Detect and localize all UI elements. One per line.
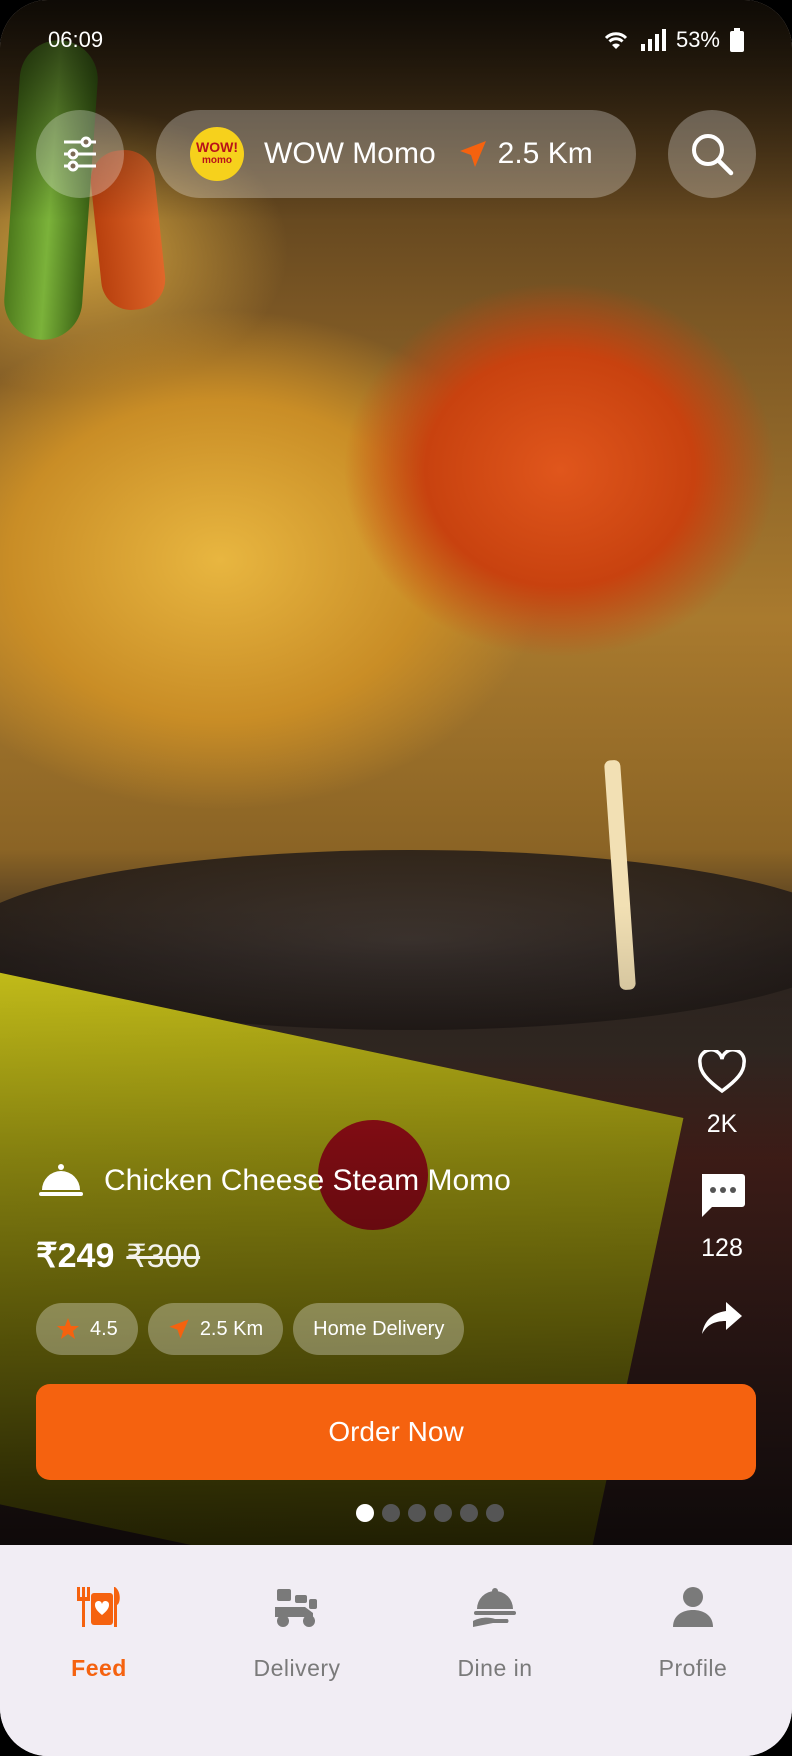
feed-icon <box>77 1587 120 1627</box>
store-name: WOW Momo <box>264 137 436 170</box>
store-logo-top: WOW! <box>196 139 238 155</box>
distance-chip: 2.5 Km <box>147 1303 284 1355</box>
search-button[interactable] <box>668 110 756 198</box>
profile-icon <box>673 1587 713 1627</box>
nav-label-delivery: Delivery <box>253 1655 341 1681</box>
page-dot[interactable] <box>382 1504 400 1522</box>
page-indicator <box>356 1504 504 1522</box>
comment-count: 128 <box>701 1234 743 1262</box>
like-button[interactable]: 2K <box>682 1050 762 1139</box>
store-distance-value: 2.5 Km <box>497 137 593 170</box>
comment-icon <box>702 1174 745 1217</box>
sliders-icon <box>64 136 96 172</box>
nav-label-dine-in: Dine in <box>457 1655 533 1681</box>
page-dot[interactable] <box>460 1504 478 1522</box>
nav-label-feed: Feed <box>71 1655 127 1681</box>
product-title-row: Chicken Cheese Steam Momo <box>38 1162 511 1200</box>
share-icon <box>702 1302 742 1334</box>
wifi-icon <box>604 32 628 49</box>
battery-percent: 53% <box>675 27 720 52</box>
heart-icon <box>698 1050 746 1094</box>
order-now-button[interactable]: Order Now <box>36 1384 756 1480</box>
navigation-arrow-icon <box>459 141 486 167</box>
page-dot[interactable] <box>408 1504 426 1522</box>
signal-icon <box>640 29 666 51</box>
navigation-arrow-icon <box>169 1319 189 1339</box>
status-icons: 53% <box>602 27 744 53</box>
nav-item-feed[interactable]: Feed <box>0 1545 198 1756</box>
dine-in-icon <box>473 1588 516 1627</box>
store-selector[interactable]: WOW! momo WOW Momo 2.5 Km <box>156 110 636 198</box>
share-button[interactable] <box>682 1300 762 1336</box>
store-logo-bottom: momo <box>202 155 232 166</box>
star-icon <box>57 1318 79 1339</box>
product-name: Chicken Cheese Steam Momo <box>104 1164 511 1197</box>
page-dot[interactable] <box>356 1504 374 1522</box>
delivery-type: Home Delivery <box>313 1317 445 1340</box>
page-dot[interactable] <box>434 1504 452 1522</box>
filter-button[interactable] <box>36 110 124 198</box>
status-bar: 06:09 53% <box>48 22 744 58</box>
store-logo: WOW! momo <box>190 127 244 181</box>
status-time: 06:09 <box>48 27 104 52</box>
product-old-price: ₹300 <box>126 1238 201 1274</box>
product-tags: 4.5 2.5 Km Home Delivery <box>36 1303 465 1355</box>
nav-item-profile[interactable]: Profile <box>594 1545 792 1756</box>
cloche-icon <box>39 1164 83 1196</box>
page-dot[interactable] <box>486 1504 504 1522</box>
rating-chip: 4.5 <box>36 1303 138 1355</box>
price-row: ₹249 ₹300 <box>36 1236 200 1276</box>
product-price: ₹249 <box>36 1237 115 1275</box>
bottom-navigation: Feed Delivery Dine in Profile <box>0 1545 792 1756</box>
rating-value: 4.5 <box>90 1317 118 1340</box>
nav-item-dine-in[interactable]: Dine in <box>396 1545 594 1756</box>
nav-item-delivery[interactable]: Delivery <box>198 1545 396 1756</box>
phone-screen: 06:09 53% WOW! momo WOW Momo 2.5 Km 2K 1… <box>0 0 792 1756</box>
store-distance: 2.5 Km <box>458 137 593 171</box>
comment-button[interactable]: 128 <box>682 1172 762 1263</box>
like-count: 2K <box>706 1110 738 1138</box>
nav-label-profile: Profile <box>658 1655 728 1681</box>
delivery-chip: Home Delivery <box>293 1303 465 1355</box>
delivery-icon <box>275 1589 317 1627</box>
search-icon <box>692 134 734 176</box>
distance-value: 2.5 Km <box>199 1317 264 1340</box>
battery-icon <box>730 28 744 52</box>
